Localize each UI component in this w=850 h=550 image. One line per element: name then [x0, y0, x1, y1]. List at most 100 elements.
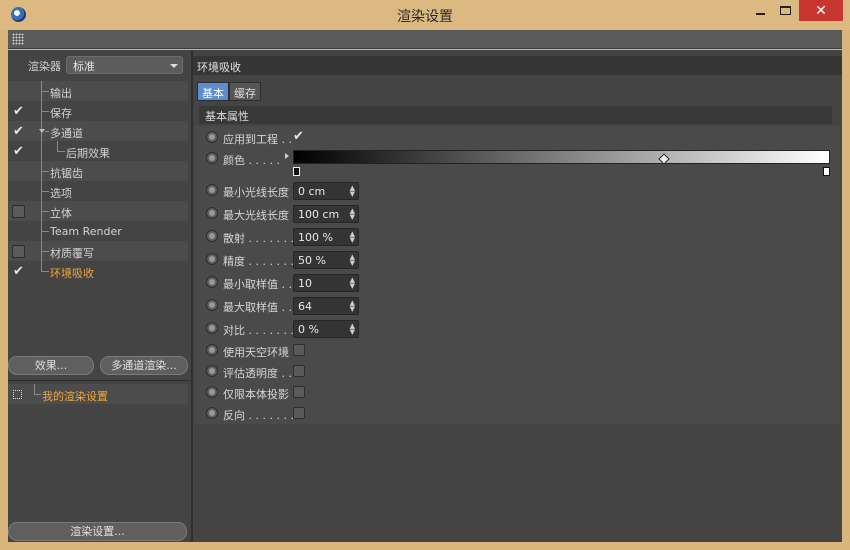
- self-shadowing-checkbox[interactable]: [293, 386, 305, 398]
- color-gradient[interactable]: [293, 150, 830, 165]
- spinner-icon[interactable]: ▲ ▼: [350, 277, 355, 290]
- animate-radio[interactable]: [206, 365, 218, 377]
- renderer-dropdown[interactable]: 标准: [66, 56, 183, 74]
- animate-radio[interactable]: [206, 131, 218, 143]
- accuracy-field[interactable]: 50 % ▲ ▼: [293, 251, 359, 269]
- spinner-icon[interactable]: ▲ ▼: [350, 300, 355, 313]
- dispersion-field[interactable]: 100 % ▲ ▼: [293, 228, 359, 246]
- prop-label: 最大光线长度: [223, 209, 289, 222]
- animate-radio[interactable]: [206, 386, 218, 398]
- chevron-down-icon: [170, 64, 178, 68]
- prop-label: 散射 . . . . . . .: [223, 232, 294, 245]
- prop-min-ray-length: 最小光线长度 0 cm ▲ ▼: [195, 180, 840, 200]
- prop-self-shadowing: 仅限本体投影: [195, 382, 840, 402]
- field-value: 64: [298, 300, 312, 313]
- prop-accuracy: 精度 . . . . . . . 50 % ▲ ▼: [195, 249, 840, 269]
- tree-item-label: 保存: [50, 107, 72, 120]
- checkmark-icon[interactable]: ✔: [12, 105, 25, 118]
- tree-item-ambient-occlusion[interactable]: ✔ 环境吸收: [8, 261, 188, 281]
- animate-radio[interactable]: [206, 407, 218, 419]
- tree-item-label: 输出: [50, 87, 72, 100]
- minimize-button[interactable]: [748, 0, 772, 21]
- tree-connector: [41, 261, 42, 271]
- checkmark-icon[interactable]: ✔: [12, 145, 25, 158]
- tree-item-options[interactable]: 选项: [8, 181, 188, 201]
- contrast-field[interactable]: 0 % ▲ ▼: [293, 320, 359, 338]
- checkmark-icon[interactable]: ✔: [12, 125, 25, 138]
- tree-item-stereoscopic[interactable]: 立体: [8, 201, 188, 221]
- spinner-icon[interactable]: ▲ ▼: [350, 254, 355, 267]
- min-ray-length-field[interactable]: 0 cm ▲ ▼: [293, 182, 359, 200]
- prop-label: 对比 . . . . . . .: [223, 324, 294, 337]
- animate-radio[interactable]: [206, 276, 218, 288]
- prop-label: 颜色 . . . . .: [223, 154, 280, 167]
- field-value: 100 cm: [298, 208, 340, 221]
- field-value: 0 %: [298, 323, 319, 336]
- animate-radio[interactable]: [206, 322, 218, 334]
- tree-item-antialiasing[interactable]: 抗锯齿: [8, 161, 188, 181]
- animate-radio[interactable]: [206, 184, 218, 196]
- checkmark-icon[interactable]: ✔: [293, 130, 305, 143]
- prop-min-samples: 最小取样值 . . 10 ▲ ▼: [195, 272, 840, 292]
- gradient-knot-black[interactable]: [293, 167, 300, 176]
- tree-item-label: 多通道: [50, 127, 83, 140]
- stereo-checkbox[interactable]: [12, 205, 25, 218]
- close-button[interactable]: ✕: [799, 0, 843, 21]
- tree-item-post-effects[interactable]: ✔ 后期效果: [8, 141, 188, 161]
- prop-contrast: 对比 . . . . . . . 0 % ▲ ▼: [195, 318, 840, 338]
- maximize-button[interactable]: [772, 0, 798, 21]
- tree-item-label: 立体: [50, 207, 72, 220]
- preset-label: 我的渲染设置: [42, 390, 108, 403]
- invert-checkbox[interactable]: [293, 407, 305, 419]
- render-settings-window: 渲染设置 ✕ 渲染器 标准 输出 ✔ 保存 ✔ 多通道 ✔ 后期效果 抗锯齿 选…: [0, 0, 850, 550]
- checkmark-icon[interactable]: ✔: [12, 265, 25, 278]
- animate-radio[interactable]: [206, 230, 218, 242]
- panel-grip-icon[interactable]: [12, 33, 24, 45]
- prop-apply-to-project: 应用到工程 . . ✔: [195, 127, 840, 147]
- spinner-icon[interactable]: ▲ ▼: [350, 323, 355, 336]
- prop-label: 反向 . . . . . . .: [223, 409, 294, 422]
- preset-item[interactable]: 我的渲染设置: [8, 384, 188, 404]
- tree-item-team-render[interactable]: Team Render: [8, 221, 188, 241]
- render-preset-icon: [13, 390, 22, 399]
- title-bar: 渲染设置 ✕: [0, 0, 850, 30]
- spinner-icon[interactable]: ▲ ▼: [350, 231, 355, 244]
- max-ray-length-field[interactable]: 100 cm ▲ ▼: [293, 205, 359, 223]
- prop-label: 最大取样值 . .: [223, 301, 292, 314]
- tree-connector: [41, 251, 49, 252]
- tree-item-label: 材质覆写: [50, 247, 94, 260]
- spinner-icon[interactable]: ▲ ▼: [350, 185, 355, 198]
- effects-button[interactable]: 效果...: [8, 356, 94, 375]
- animate-radio[interactable]: [206, 207, 218, 219]
- evaluate-transparency-checkbox[interactable]: [293, 365, 305, 377]
- toolbar: [8, 30, 842, 49]
- prop-label: 仅限本体投影: [223, 388, 289, 401]
- spinner-icon[interactable]: ▲ ▼: [350, 208, 355, 221]
- maximize-icon: [779, 6, 791, 15]
- settings-tree: 输出 ✔ 保存 ✔ 多通道 ✔ 后期效果 抗锯齿 选项 立体 Team Rend…: [8, 81, 191, 281]
- gradient-midpoint-handle[interactable]: [658, 153, 670, 165]
- prop-max-samples: 最大取样值 . . 64 ▲ ▼: [195, 295, 840, 315]
- animate-radio[interactable]: [206, 253, 218, 265]
- expand-arrow-icon[interactable]: [285, 153, 289, 159]
- tree-connector: [34, 384, 35, 394]
- min-samples-field[interactable]: 10 ▲ ▼: [293, 274, 359, 292]
- close-icon: ✕: [815, 2, 827, 19]
- tree-item-output[interactable]: 输出: [8, 81, 188, 101]
- material-override-checkbox[interactable]: [12, 245, 25, 258]
- animate-radio[interactable]: [206, 344, 218, 356]
- animate-radio[interactable]: [206, 299, 218, 311]
- tree-item-save[interactable]: ✔ 保存: [8, 101, 188, 121]
- animate-radio[interactable]: [206, 152, 218, 164]
- tree-item-label: 抗锯齿: [50, 167, 83, 180]
- multipass-render-button[interactable]: 多通道渲染...: [100, 356, 188, 375]
- prop-invert: 反向 . . . . . . .: [195, 403, 840, 423]
- tree-item-multipass[interactable]: ✔ 多通道: [8, 121, 188, 141]
- tab-cache[interactable]: 缓存: [229, 82, 261, 101]
- max-samples-field[interactable]: 64 ▲ ▼: [293, 297, 359, 315]
- tree-item-material-override[interactable]: 材质覆写: [8, 241, 188, 261]
- render-settings-button[interactable]: 渲染设置...: [8, 522, 187, 541]
- use-sky-checkbox[interactable]: [293, 344, 305, 356]
- tab-basic[interactable]: 基本: [197, 82, 229, 101]
- gradient-knot-white[interactable]: [823, 167, 830, 176]
